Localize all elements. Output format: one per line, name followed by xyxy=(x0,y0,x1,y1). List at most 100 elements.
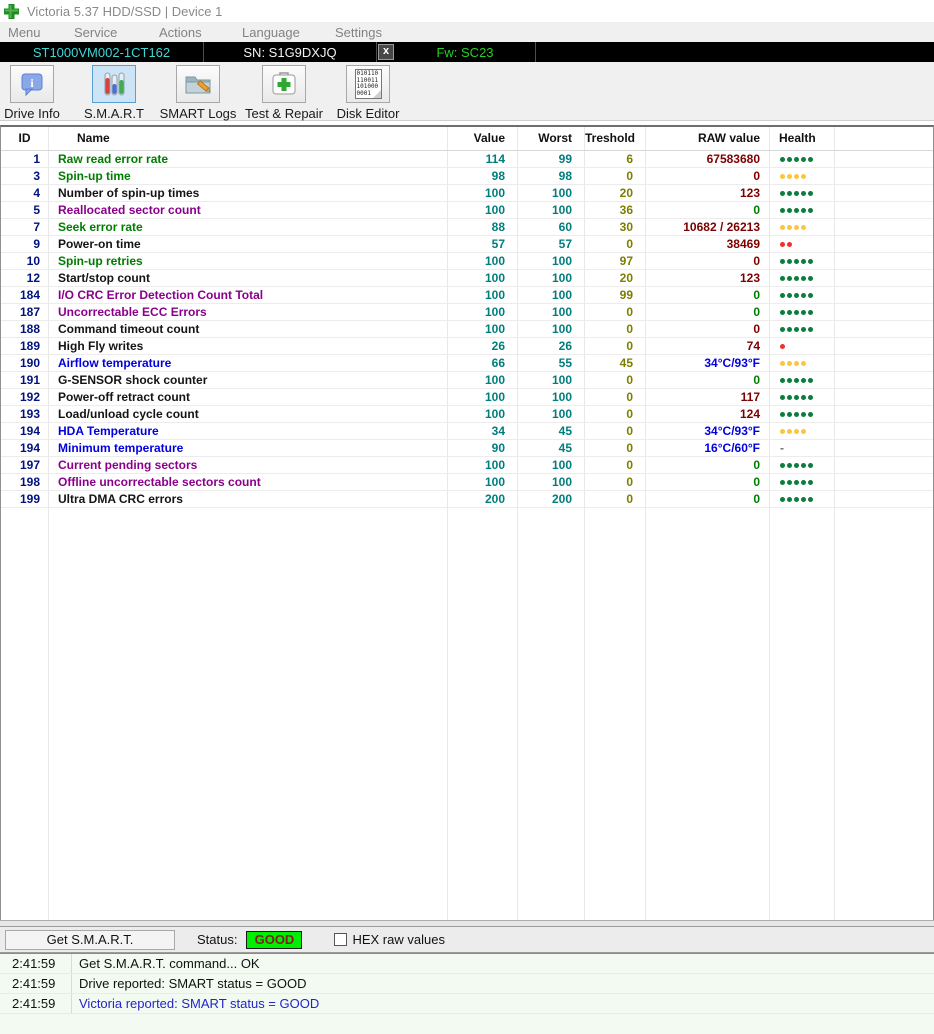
cell-treshold: 36 xyxy=(585,202,646,218)
cell-raw-value: 123 xyxy=(646,270,770,286)
table-row[interactable]: 192 Power-off retract count 100 100 0 11… xyxy=(1,389,933,406)
health-dot xyxy=(787,378,792,383)
cell-empty xyxy=(835,321,933,337)
health-dot xyxy=(794,480,799,485)
hex-raw-values-checkbox[interactable] xyxy=(334,933,347,946)
drive-firmware: Fw: SC23 xyxy=(395,42,536,62)
table-row[interactable]: 194 Minimum temperature 90 45 0 16°C/60°… xyxy=(1,440,933,457)
test-repair-button[interactable]: Test & Repair xyxy=(238,65,330,121)
table-row[interactable]: 190 Airflow temperature 66 55 45 34°C/93… xyxy=(1,355,933,372)
table-row[interactable]: 198 Offline uncorrectable sectors count … xyxy=(1,474,933,491)
cell-value: 98 xyxy=(448,168,518,184)
cell-name: Ultra DMA CRC errors xyxy=(49,491,448,507)
table-row[interactable]: 3 Spin-up time 98 98 0 0 xyxy=(1,168,933,185)
table-row[interactable]: 194 HDA Temperature 34 45 0 34°C/93°F xyxy=(1,423,933,440)
table-row[interactable]: 184 I/O CRC Error Detection Count Total … xyxy=(1,287,933,304)
menu-item-menu[interactable]: Menu xyxy=(8,25,74,40)
cell-id: 5 xyxy=(1,202,49,218)
table-row[interactable]: 9 Power-on time 57 57 0 38469 xyxy=(1,236,933,253)
health-dot xyxy=(801,225,806,230)
table-row[interactable]: 4 Number of spin-up times 100 100 20 123 xyxy=(1,185,933,202)
disk-editor-label: Disk Editor xyxy=(337,106,400,121)
cell-worst: 99 xyxy=(518,151,585,167)
health-dot xyxy=(808,208,813,213)
health-dot xyxy=(808,157,813,162)
table-row[interactable]: 1 Raw read error rate 114 99 6 67583680 xyxy=(1,151,933,168)
table-row[interactable]: 193 Load/unload cycle count 100 100 0 12… xyxy=(1,406,933,423)
menu-item-actions[interactable]: Actions xyxy=(159,25,242,40)
table-row[interactable]: 187 Uncorrectable ECC Errors 100 100 0 0 xyxy=(1,304,933,321)
cell-id: 3 xyxy=(1,168,49,184)
health-dot xyxy=(801,378,806,383)
table-row[interactable]: 199 Ultra DMA CRC errors 200 200 0 0 xyxy=(1,491,933,508)
disk-editor-button[interactable]: 010110 110011 101000 0001 Disk Editor xyxy=(332,65,404,121)
cell-id: 194 xyxy=(1,423,49,439)
table-row[interactable]: 5 Reallocated sector count 100 100 36 0 xyxy=(1,202,933,219)
cell-raw-value: 74 xyxy=(646,338,770,354)
test-tubes-icon xyxy=(92,65,136,103)
cell-id: 194 xyxy=(1,440,49,456)
health-dot xyxy=(794,191,799,196)
cell-name: G-SENSOR shock counter xyxy=(49,372,448,388)
cell-raw-value: 0 xyxy=(646,457,770,473)
log-timestamp: 2:41:59 xyxy=(0,974,72,993)
menu-item-settings[interactable]: Settings xyxy=(335,25,382,40)
cell-id: 1 xyxy=(1,151,49,167)
get-smart-button[interactable]: Get S.M.A.R.T. xyxy=(5,930,175,950)
drive-info-button[interactable]: i Drive Info xyxy=(0,65,64,121)
cell-empty xyxy=(835,185,933,201)
cell-name: Command timeout count xyxy=(49,321,448,337)
health-dot xyxy=(787,480,792,485)
health-dot xyxy=(780,276,785,281)
drive-bar-filler xyxy=(536,42,934,62)
table-row[interactable]: 197 Current pending sectors 100 100 0 0 xyxy=(1,457,933,474)
cell-id: 12 xyxy=(1,270,49,286)
cell-empty xyxy=(835,440,933,456)
cell-value: 100 xyxy=(448,389,518,405)
cell-treshold: 0 xyxy=(585,304,646,320)
column-header-name: Name xyxy=(49,127,448,150)
smart-label: S.M.A.R.T xyxy=(84,106,144,121)
cell-health: - xyxy=(770,440,835,456)
health-dot xyxy=(787,429,792,434)
cell-worst: 55 xyxy=(518,355,585,371)
cell-health xyxy=(770,168,835,184)
cell-value: 100 xyxy=(448,287,518,303)
health-dot xyxy=(801,293,806,298)
table-row[interactable]: 188 Command timeout count 100 100 0 0 xyxy=(1,321,933,338)
cell-value: 114 xyxy=(448,151,518,167)
table-row[interactable]: 191 G-SENSOR shock counter 100 100 0 0 xyxy=(1,372,933,389)
table-row[interactable]: 7 Seek error rate 88 60 30 10682 / 26213 xyxy=(1,219,933,236)
cell-health xyxy=(770,151,835,167)
table-row[interactable]: 10 Spin-up retries 100 100 97 0 xyxy=(1,253,933,270)
table-row[interactable]: 189 High Fly writes 26 26 0 74 xyxy=(1,338,933,355)
cell-empty xyxy=(835,219,933,235)
cell-value: 57 xyxy=(448,236,518,252)
health-dot xyxy=(780,208,785,213)
health-dot xyxy=(801,276,806,281)
cell-health xyxy=(770,236,835,252)
health-dot xyxy=(801,463,806,468)
health-dot xyxy=(787,157,792,162)
cell-health xyxy=(770,321,835,337)
table-row[interactable]: 12 Start/stop count 100 100 20 123 xyxy=(1,270,933,287)
smart-button[interactable]: S.M.A.R.T xyxy=(83,65,145,121)
cell-empty xyxy=(835,355,933,371)
health-dot xyxy=(808,276,813,281)
health-dot xyxy=(780,259,785,264)
health-dot xyxy=(808,412,813,417)
health-dot xyxy=(780,327,785,332)
cell-id: 9 xyxy=(1,236,49,252)
menu-item-language[interactable]: Language xyxy=(242,25,335,40)
health-dot xyxy=(780,293,785,298)
health-dot xyxy=(780,225,785,230)
column-header-worst: Worst xyxy=(518,127,585,150)
cell-worst: 45 xyxy=(518,423,585,439)
close-device-button[interactable]: x xyxy=(378,44,394,60)
cell-treshold: 0 xyxy=(585,440,646,456)
smart-logs-button[interactable]: SMART Logs xyxy=(158,65,238,121)
health-dot xyxy=(794,497,799,502)
cell-name: Seek error rate xyxy=(49,219,448,235)
cell-id: 190 xyxy=(1,355,49,371)
menu-item-service[interactable]: Service xyxy=(74,25,159,40)
